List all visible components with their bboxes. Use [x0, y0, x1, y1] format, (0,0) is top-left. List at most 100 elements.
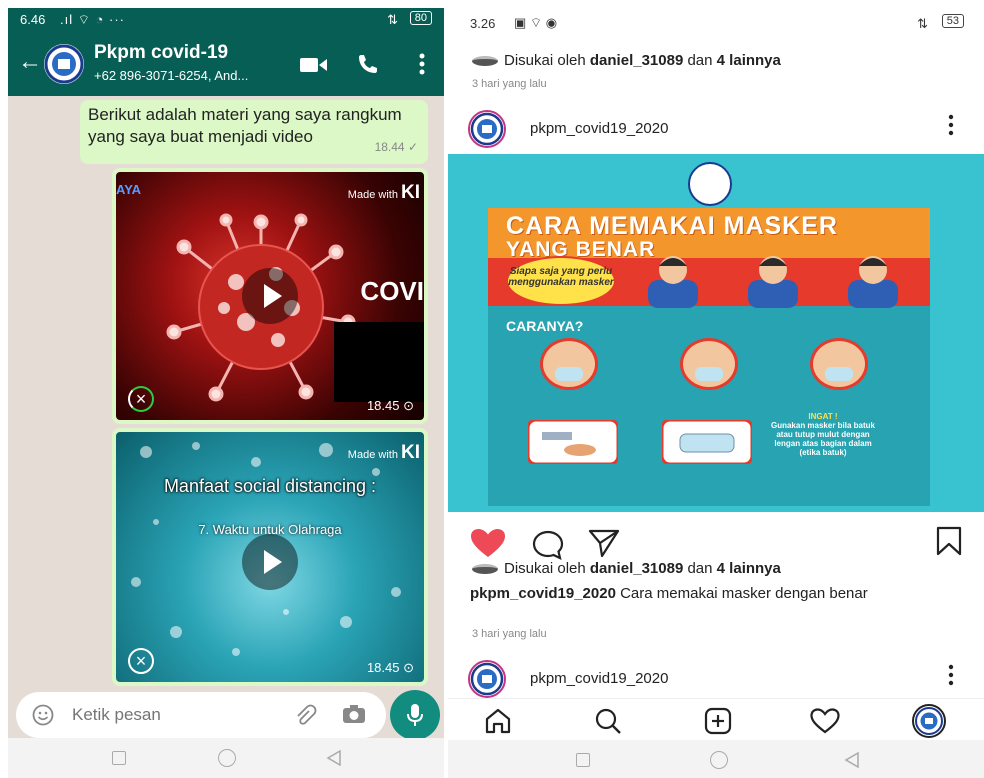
mask-disposal-illustration: [662, 420, 752, 464]
liker-avatar: [472, 564, 498, 575]
watermark-big: KI: [401, 442, 420, 463]
back-arrow-icon[interactable]: ←: [18, 50, 42, 74]
video-time: 18.45 ⊙: [366, 398, 414, 413]
caption-username[interactable]: pkpm_covid19_2020: [470, 585, 616, 602]
video-watermark: Made with KI: [348, 442, 420, 464]
profile-tab-avatar[interactable]: [912, 704, 946, 738]
back-triangle-icon[interactable]: [844, 752, 860, 768]
video-overlay-text: COVI: [360, 276, 424, 306]
cancel-download-icon[interactable]: ×: [128, 386, 154, 412]
recent-apps-icon[interactable]: [576, 753, 590, 767]
likes-middle: dan: [683, 52, 717, 69]
hand-washing-illustration: [528, 420, 618, 464]
heart-liked-icon[interactable]: [470, 528, 506, 558]
video-time: 18.45 ⊙: [366, 660, 414, 675]
post-more-icon[interactable]: [948, 664, 954, 686]
chat-header: ← Pkpm covid-19 +62 896-3071-6254, And..…: [8, 32, 444, 96]
liker-avatar: [472, 56, 498, 67]
likes-prefix: Disukai oleh: [504, 560, 590, 577]
likes-middle: dan: [683, 560, 717, 577]
message-text: Berikut adalah materi yang saya rangkum …: [88, 105, 402, 146]
data-speed-icon: ⇅: [917, 16, 928, 31]
post-time: 3 hari yang lalu: [472, 628, 547, 640]
battery-level: 53: [941, 14, 964, 28]
status-time: 3.26: [470, 16, 496, 31]
poster-caranya: CARANYA?: [506, 318, 584, 334]
recent-apps-icon[interactable]: [112, 751, 126, 765]
data-speed-icon: ⇅: [387, 12, 398, 27]
more-options-icon[interactable]: [418, 52, 426, 76]
message-time: 18.44 ✓: [374, 140, 418, 154]
mask-step-3-illustration: [810, 338, 868, 390]
watermark-small: Made with: [347, 189, 398, 201]
post-caption: pkpm_covid19_2020 Cara memakai masker de…: [470, 584, 970, 603]
likes-summary-top[interactable]: Disukai oleh daniel_31089 dan 4 lainnya: [472, 52, 781, 69]
play-icon[interactable]: [242, 534, 298, 590]
video-message-2[interactable]: Made with KI Manfaat social distancing :…: [112, 428, 428, 686]
attach-icon[interactable]: [294, 704, 318, 726]
video-corner-text: AYA: [116, 182, 142, 197]
post-image[interactable]: CARA MEMAKAI MASKER YANG BENAR Siapa saj…: [448, 154, 984, 512]
comment-icon[interactable]: [532, 530, 564, 560]
group-avatar[interactable]: [44, 44, 84, 84]
video-call-icon[interactable]: [300, 58, 328, 72]
poster-title-line1: CARA MEMAKAI MASKER: [506, 212, 838, 240]
video-black-region: [334, 322, 424, 402]
save-bookmark-icon[interactable]: [936, 526, 962, 556]
likes-summary[interactable]: Disukai oleh daniel_31089 dan 4 lainnya: [472, 560, 781, 577]
pkpm-logo-icon: [915, 707, 943, 735]
new-post-icon[interactable]: [704, 707, 732, 735]
poster-reminder: INGAT ! Gunakan masker bila batuk atau tu…: [768, 412, 878, 457]
next-post-header: pkpm_covid19_2020: [448, 654, 984, 704]
poster-who-badge: Siapa saja yang perlu menggunakan masker: [506, 256, 616, 306]
home-icon[interactable]: [218, 749, 236, 767]
play-icon[interactable]: [242, 268, 298, 324]
caption-text: Cara memakai masker dengan benar: [615, 585, 868, 602]
instagram-screen: 3.26 ▣ ⌔ ◉ ⇅ 53 Disukai oleh daniel_3108…: [448, 8, 984, 778]
pkpm-logo-icon: [470, 112, 504, 146]
battery-level: 80: [409, 11, 432, 25]
likes-others[interactable]: 4 lainnya: [717, 52, 781, 69]
watermark-small: Made with: [347, 449, 398, 461]
mask-icon: [555, 367, 583, 381]
reminder-title: INGAT !: [808, 412, 838, 421]
post-actions: [448, 522, 984, 560]
screenshot-root: 6.46 .ıl ⌔ ◔ ··· ⇅ 80 ← Pkpm covid-19 +6…: [0, 0, 984, 778]
video-message-1[interactable]: AYA Made with KI COVI × 18.45 ⊙: [112, 168, 428, 424]
back-triangle-icon[interactable]: [326, 750, 342, 766]
profile-avatar[interactable]: [468, 110, 506, 148]
message-bubble[interactable]: Berikut adalah materi yang saya rangkum …: [80, 100, 428, 164]
emoji-icon[interactable]: [32, 704, 54, 726]
likes-others[interactable]: 4 lainnya: [717, 560, 781, 577]
chat-subtitle[interactable]: +62 896-3071-6254, And...: [94, 68, 294, 83]
chat-title[interactable]: Pkpm covid-19: [94, 42, 228, 64]
people-coughing-illustration: [648, 256, 898, 308]
search-icon[interactable]: [594, 707, 622, 735]
home-icon[interactable]: [484, 707, 512, 735]
phone-call-icon[interactable]: [356, 52, 380, 76]
watermark-big: KI: [401, 182, 420, 203]
home-icon[interactable]: [710, 751, 728, 769]
status-bar: 6.46 .ıl ⌔ ◔ ··· ⇅ 80: [8, 8, 444, 32]
mask-step-1-illustration: [540, 338, 598, 390]
likes-user[interactable]: daniel_31089: [590, 560, 683, 577]
mask-step-2-illustration: [680, 338, 738, 390]
post-username[interactable]: pkpm_covid19_2020: [530, 120, 668, 137]
status-icons: ▣ ⌔ ◉: [514, 15, 558, 30]
status-time: 6.46: [20, 12, 46, 27]
voice-record-button[interactable]: [390, 690, 440, 740]
profile-avatar[interactable]: [468, 660, 506, 698]
microphone-icon: [407, 704, 423, 726]
post-header: pkpm_covid19_2020: [448, 104, 984, 154]
message-input[interactable]: [72, 702, 282, 728]
post-more-icon[interactable]: [948, 114, 954, 136]
next-post-username[interactable]: pkpm_covid19_2020: [530, 670, 668, 687]
camera-icon[interactable]: [342, 704, 366, 724]
activity-heart-icon[interactable]: [810, 708, 840, 734]
android-nav-bar: [448, 740, 984, 778]
cancel-download-icon[interactable]: ×: [128, 648, 154, 674]
mask-icon: [825, 367, 853, 381]
share-icon[interactable]: [588, 528, 620, 558]
university-logo-icon: [688, 162, 732, 206]
likes-user[interactable]: daniel_31089: [590, 52, 683, 69]
